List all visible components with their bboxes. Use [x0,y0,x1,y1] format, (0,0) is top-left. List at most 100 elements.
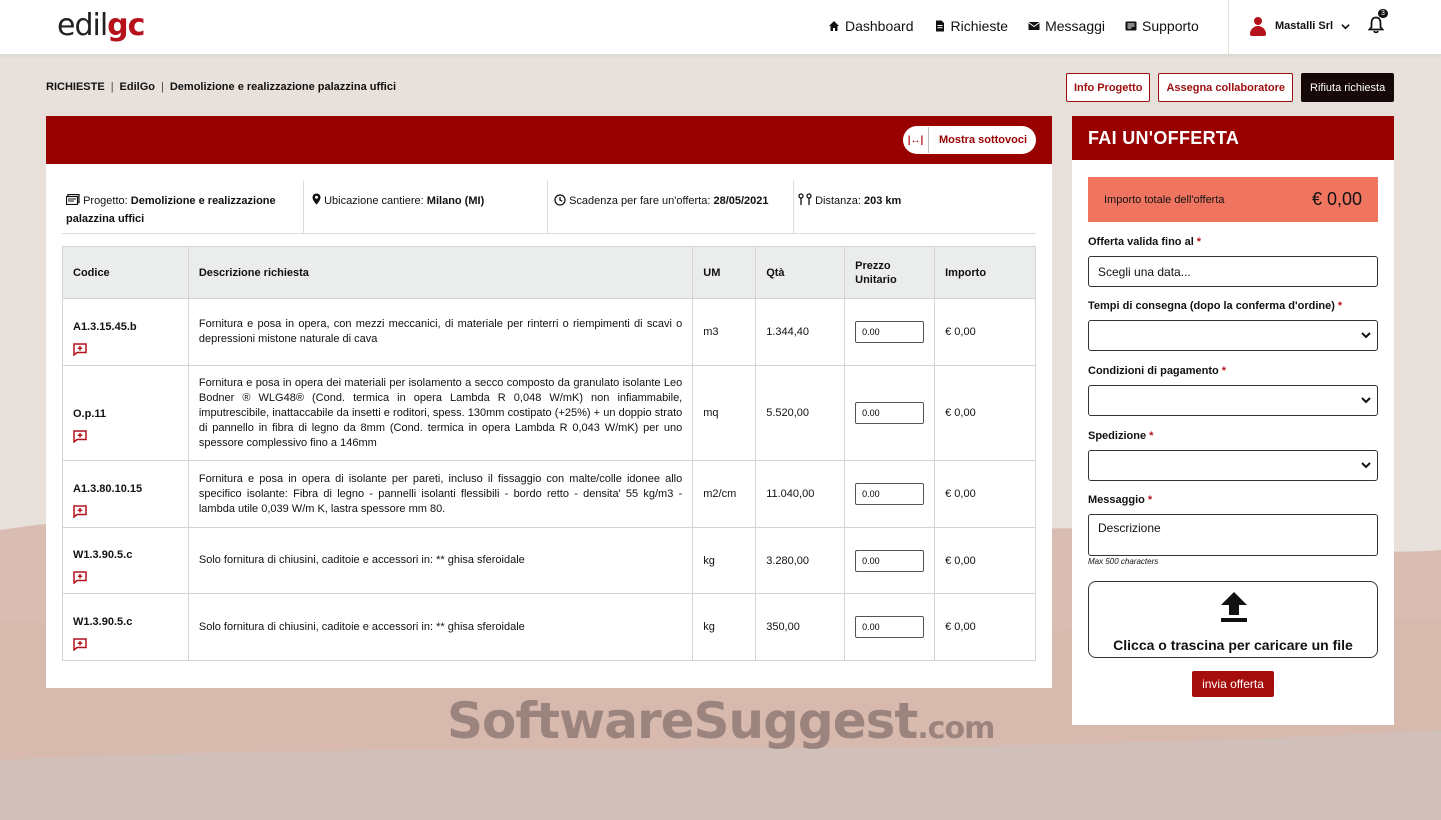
add-comment-icon[interactable] [73,637,87,651]
location-info: Ubicazione cantiere: Milano (MI) [304,180,548,233]
row-description: Solo fornitura di chiusini, caditoie e a… [187,527,694,594]
document-icon [935,20,944,32]
row-qty: 350,00 [755,593,846,661]
row-code: O.p.11 [73,407,107,420]
add-comment-icon[interactable] [73,429,87,443]
deadline-info: Scadenza per fare un'offerta: 28/05/2021 [548,180,794,233]
row-description: Fornitura e posa in opera di isolante pe… [187,460,694,528]
add-comment-icon[interactable] [73,342,87,356]
row-um: m3 [692,298,757,366]
bell-icon[interactable] [1368,16,1384,34]
watermark-domain: .com [917,711,995,746]
row-um: mq [692,365,757,461]
row-description: Fornitura e posa in opera dei materiali … [187,365,694,461]
payment-terms-select[interactable] [1088,385,1378,416]
logo[interactable]: edilgc [57,8,145,43]
message-label-text: Messaggio [1088,494,1145,506]
expand-arrows-icon: |↔| [903,127,929,153]
col-header-description: Descrizione richiesta [187,246,694,299]
row-price-cell [844,527,936,594]
message-textarea[interactable]: Descrizione [1088,514,1378,556]
support-icon [1125,21,1137,31]
col-header-um: UM [692,246,757,299]
project-info: Progetto: Demolizione e realizzazione pa… [62,180,304,233]
request-card: |↔| Mostra sottovoci Progetto: Demolizio… [46,116,1052,688]
logo-text-right: gc [107,8,145,43]
row-qty: 5.520,00 [755,365,846,461]
logo-text-left: edil [57,8,108,43]
assign-collaborator-button[interactable]: Assegna collaboratore [1158,73,1294,102]
col-header-unit-price: Prezzo Unitario [844,246,936,299]
breadcrumb-item-edilgo[interactable]: EdilGo [120,81,155,93]
shipping-select[interactable] [1088,450,1378,481]
user-name: Mastalli Srl [1275,20,1334,32]
project-icon [65,193,80,206]
row-amount: € 0,00 [934,298,1036,366]
table-row: W1.3.90.5.c Solo fornitura di chiusini, … [62,593,1036,661]
page-actions: Info Progetto Assegna collaboratore Rifi… [1066,73,1395,102]
location-label: Ubicazione cantiere: [324,195,424,207]
request-card-header: |↔| Mostra sottovoci [46,116,1052,164]
valid-until-label-text: Offerta valida fino al [1088,236,1194,248]
row-code: A1.3.80.10.15 [73,482,143,495]
col-header-code: Codice [62,246,189,299]
row-description: Solo fornitura di chiusini, caditoie e a… [187,593,694,661]
nav-supporto[interactable]: Supporto [1125,18,1199,34]
col-header-amount: Importo [934,246,1036,299]
nav-dashboard[interactable]: Dashboard [828,18,914,34]
unit-price-input[interactable] [855,321,925,343]
user-menu[interactable]: Mastalli Srl [1249,16,1350,36]
nav-dashboard-label: Dashboard [845,18,914,34]
header-divider [1228,0,1229,55]
unit-price-input[interactable] [855,549,925,572]
row-amount: € 0,00 [934,460,1036,528]
chevron-down-icon [1361,462,1371,469]
row-code-cell: A1.3.80.10.15 [62,460,189,528]
nav-supporto-label: Supporto [1142,18,1199,34]
upload-label: Clicca o trascina per caricare un file [1113,637,1353,653]
chevron-down-icon [1361,332,1371,339]
unit-price-input[interactable] [855,616,925,638]
info-progetto-button[interactable]: Info Progetto [1066,73,1151,102]
row-code-cell: W1.3.90.5.c [62,593,189,661]
avatar-icon [1249,16,1267,36]
project-label: Progetto: [83,195,128,207]
distance-label: Distanza: [815,195,861,207]
message-hint: Max 500 characters [1088,557,1159,566]
delivery-time-label-text: Tempi di consegna (dopo la conferma d'or… [1088,300,1335,312]
table-header-row: Codice Descrizione richiesta UM Qtà Prez… [62,246,1036,299]
row-um: kg [692,527,757,594]
breadcrumb-item-richieste[interactable]: RICHIESTE [46,81,105,93]
show-subitems-toggle[interactable]: |↔| Mostra sottovoci [903,126,1036,154]
nav-messaggi[interactable]: Messaggi [1028,18,1105,34]
table-row: A1.3.15.45.b Fornitura e posa in opera, … [62,298,1036,366]
distance-value: 203 km [863,195,902,207]
unit-price-input[interactable] [855,402,925,424]
shipping-label: Spedizione * [1088,430,1153,442]
shipping-label-text: Spedizione [1088,430,1147,442]
add-comment-icon[interactable] [73,571,87,584]
message-label: Messaggio * [1088,494,1152,506]
chevron-down-icon [1361,397,1371,404]
unit-price-input[interactable] [855,483,925,505]
breadcrumb-separator: | [161,81,164,93]
offer-total-value: € 0,00 [1311,189,1362,209]
watermark: SoftwareSuggest.com [447,692,995,750]
valid-until-date-input[interactable]: Scegli una data... [1088,256,1378,287]
nav-richieste[interactable]: Richieste [934,18,1008,34]
breadcrumb: RICHIESTE | EdilGo | Demolizione e reali… [46,81,396,93]
reject-request-button[interactable]: Rifiuta richiesta [1301,73,1395,102]
main-nav: Dashboard Richieste Messaggi Supporto [828,18,1219,34]
route-icon [798,193,812,205]
file-upload-dropzone[interactable]: Clicca o trascina per caricare un file [1088,581,1378,658]
required-marker: * [1221,365,1227,377]
send-offer-button[interactable]: invia offerta [1192,671,1274,697]
items-table: Codice Descrizione richiesta UM Qtà Prez… [62,246,1036,661]
row-qty: 3.280,00 [755,527,846,594]
row-code: W1.3.90.5.c [73,615,133,628]
add-comment-icon[interactable] [73,504,87,518]
delivery-time-select[interactable] [1088,320,1378,351]
row-amount: € 0,00 [934,365,1036,461]
nav-messaggi-label: Messaggi [1045,18,1106,34]
clock-icon [554,194,566,206]
